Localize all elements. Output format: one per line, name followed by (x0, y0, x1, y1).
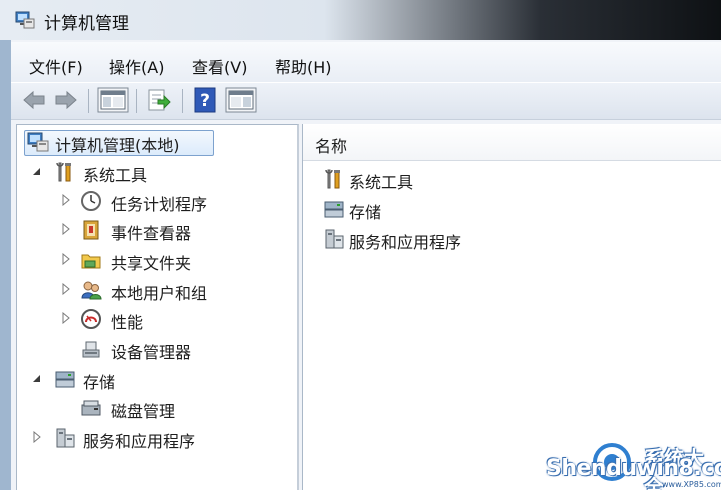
disk-management-icon (81, 400, 101, 416)
toolbar-separator (136, 89, 137, 113)
expanded-arrow-icon[interactable] (32, 372, 42, 384)
device-manager-icon (82, 341, 100, 358)
tree-label-root: 计算机管理(本地) (55, 136, 180, 155)
watermark-url: www.XP85.com (662, 480, 721, 489)
collapsed-arrow-icon[interactable] (61, 223, 71, 235)
tree-label-local-users: 本地用户和组 (111, 284, 208, 303)
expanded-arrow-icon[interactable] (32, 165, 42, 177)
show-hide-tree-icon[interactable] (97, 87, 129, 113)
computer-management-icon (15, 11, 35, 29)
title-bar[interactable]: 计算机管理 (0, 0, 721, 40)
toolbar-separator (88, 89, 89, 113)
tools-icon (325, 169, 340, 189)
tree-node-local-users[interactable]: 本地用户和组 (17, 278, 287, 304)
performance-gauge-icon (81, 309, 101, 329)
back-arrow-icon[interactable] (21, 87, 47, 113)
menu-bar: 文件(F) 操作(A) 查看(V) 帮助(H) (11, 42, 721, 82)
tree-node-disk-management[interactable]: 磁盘管理 (17, 396, 287, 422)
services-apps-icon (56, 428, 75, 448)
list-label-storage: 存储 (349, 203, 382, 222)
list-item-system-tools[interactable]: 系统工具 (323, 166, 523, 192)
menu-file[interactable]: 文件(F) (29, 54, 83, 78)
window-title: 计算机管理 (44, 14, 129, 34)
tree-node-task-scheduler[interactable]: 任务计划程序 (17, 189, 287, 215)
tools-icon (56, 162, 71, 182)
clock-icon (81, 191, 101, 211)
site-watermark: 系统大全 Shenduwin8.com www.XP85.com (540, 440, 721, 490)
event-viewer-icon (83, 220, 99, 240)
services-apps-icon (325, 229, 344, 249)
list-item-storage[interactable]: 存储 (323, 196, 523, 222)
collapsed-arrow-icon[interactable] (61, 312, 71, 324)
tree-label-storage: 存储 (83, 373, 116, 392)
collapsed-arrow-icon[interactable] (32, 431, 42, 443)
tree-node-system-tools[interactable]: 系统工具 (17, 160, 287, 186)
tree-node-performance[interactable]: 性能 (17, 307, 287, 333)
help-icon[interactable]: ? (193, 87, 217, 113)
column-header-name[interactable]: 名称 (303, 124, 721, 161)
tree-node-services-apps[interactable]: 服务和应用程序 (17, 426, 287, 452)
main-frame: 文件(F) 操作(A) 查看(V) 帮助(H) ? 计算机管理(本地) 系统工具… (11, 40, 721, 490)
column-header-label: 名称 (315, 137, 348, 156)
list-label-services-apps: 服务和应用程序 (349, 233, 462, 252)
tree-label-services-apps: 服务和应用程序 (83, 432, 196, 451)
tree-label-shared-folders: 共享文件夹 (111, 254, 192, 273)
storage-icon (324, 201, 344, 218)
tree-node-shared-folders[interactable]: 共享文件夹 (17, 248, 287, 274)
menu-help[interactable]: 帮助(H) (275, 54, 332, 78)
tree-label-disk-management: 磁盘管理 (111, 402, 176, 421)
export-list-icon[interactable] (146, 87, 172, 113)
toolbar-separator (182, 89, 183, 113)
menu-action[interactable]: 操作(A) (109, 54, 164, 78)
watermark-brand: Shenduwin8.com (546, 456, 721, 481)
details-list-pane[interactable]: 名称 系统工具 存储 服务和应用程序 (302, 124, 721, 490)
menu-view[interactable]: 查看(V) (192, 54, 247, 78)
show-hide-action-pane-icon[interactable] (225, 87, 257, 113)
toolbar: ? (11, 82, 721, 120)
tree-node-root[interactable]: 计算机管理(本地) (17, 130, 217, 156)
list-label-system-tools: 系统工具 (349, 173, 414, 192)
computer-management-window: 计算机管理 文件(F) 操作(A) 查看(V) 帮助(H) ? 计算机管理(本地… (0, 0, 721, 490)
collapsed-arrow-icon[interactable] (61, 253, 71, 265)
collapsed-arrow-icon[interactable] (61, 194, 71, 206)
tree-node-device-manager[interactable]: 设备管理器 (17, 337, 287, 363)
tree-label-task-scheduler: 任务计划程序 (111, 195, 208, 214)
shared-folder-icon (81, 254, 101, 269)
tree-label-event-viewer: 事件查看器 (111, 224, 192, 243)
console-tree-pane[interactable]: 计算机管理(本地) 系统工具 任务计划程序 事件查看器 共享文件夹 本地用户和组… (16, 124, 299, 490)
collapsed-arrow-icon[interactable] (61, 283, 71, 295)
svg-text:?: ? (200, 91, 210, 111)
list-item-services-apps[interactable]: 服务和应用程序 (323, 226, 523, 252)
users-group-icon (81, 281, 102, 300)
tree-label-system-tools: 系统工具 (83, 166, 148, 185)
tree-node-event-viewer[interactable]: 事件查看器 (17, 218, 287, 244)
tree-label-performance: 性能 (111, 313, 144, 332)
tree-node-storage[interactable]: 存储 (17, 367, 287, 393)
forward-arrow-icon[interactable] (53, 87, 79, 113)
computer-management-icon (27, 132, 49, 152)
storage-icon (55, 371, 75, 388)
tree-label-device-manager: 设备管理器 (111, 343, 192, 362)
